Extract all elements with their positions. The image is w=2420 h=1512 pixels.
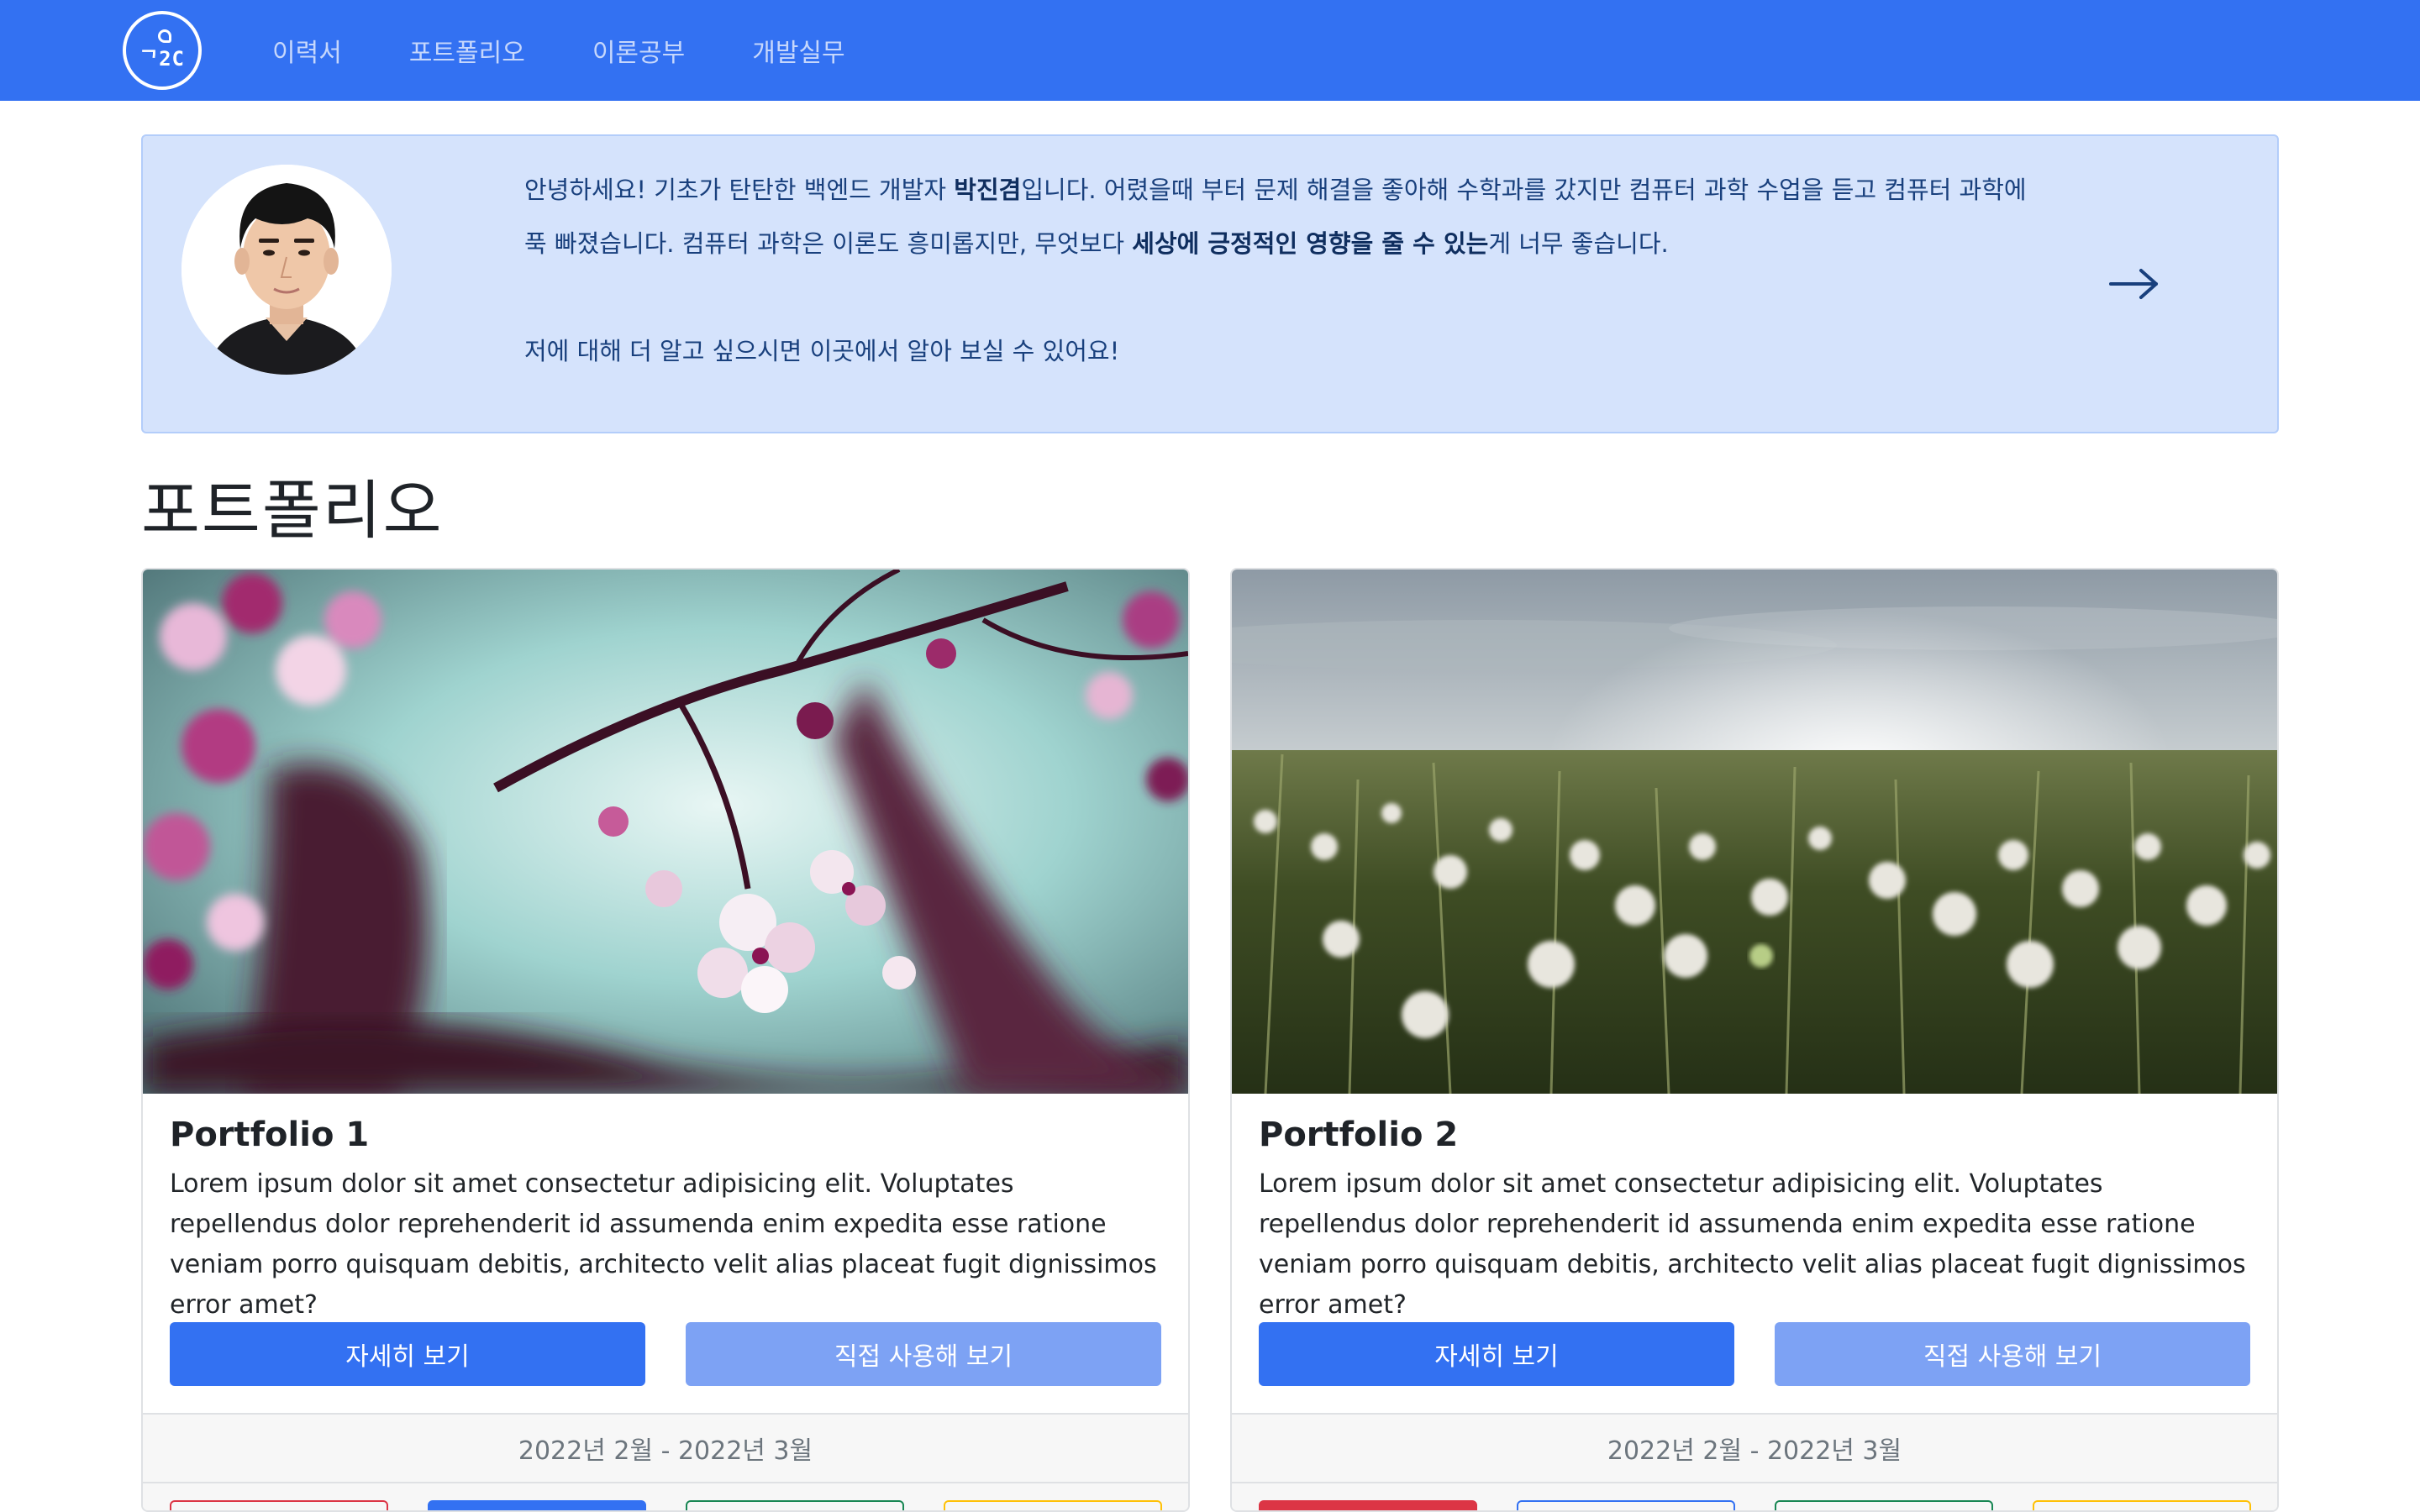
intro-line-1-b: 입니다. 어렸을때 부터 문제 해결을 좋아해 수학과를 갔지만 컴퓨터 과학 … xyxy=(1021,176,2027,204)
tech-tag xyxy=(1517,1500,1735,1510)
logo-text: ᄀ2C xyxy=(139,46,185,71)
intro-line-1: 안녕하세요! 기초가 탄탄한 백엔드 개발자 박진겸입니다. 어렸을때 부터 문… xyxy=(524,163,2087,217)
card-title: Portfolio 2 xyxy=(1259,1116,1459,1154)
section-title: 포트폴리오 xyxy=(141,473,444,548)
card-date: 2022년 2월 - 2022년 3월 xyxy=(1232,1415,2277,1483)
try-button[interactable]: 직접 사용해 보기 xyxy=(686,1322,1161,1386)
card-body: Portfolio 2 Lorem ipsum dolor sit amet c… xyxy=(1259,1116,2250,1326)
navbar: ᄀ2C 이력서 포트폴리오 이론공부 개발실무 xyxy=(0,0,2420,101)
card-body: Portfolio 1 Lorem ipsum dolor sit amet c… xyxy=(170,1116,1161,1326)
card-image-cherry-blossom xyxy=(143,570,1188,1094)
tech-tag xyxy=(2033,1500,2251,1510)
nav-link-resume[interactable]: 이력서 xyxy=(272,32,342,69)
intro-highlight: 세상에 긍정적인 영향을 줄 수 있는 xyxy=(1132,229,1489,258)
intro-line-1-a: 안녕하세요! 기초가 탄탄한 백엔드 개발자 xyxy=(524,176,955,204)
profile-photo xyxy=(182,165,392,375)
intro-spacer xyxy=(524,270,2087,324)
intro-banner: 안녕하세요! 기초가 탄탄한 백엔드 개발자 박진겸입니다. 어렸을때 부터 문… xyxy=(141,134,2279,433)
intro-author-name: 박진겸 xyxy=(954,176,1022,204)
logo[interactable]: ᄀ2C xyxy=(123,11,202,90)
arrow-right-icon[interactable] xyxy=(2106,259,2165,309)
tech-tag xyxy=(1775,1500,1993,1510)
portfolio-card-2: Portfolio 2 Lorem ipsum dolor sit amet c… xyxy=(1230,568,2279,1512)
portfolio-card-1: Portfolio 1 Lorem ipsum dolor sit amet c… xyxy=(141,568,1190,1512)
tech-tag xyxy=(428,1500,646,1510)
logo-mark-icon xyxy=(158,29,171,43)
nav-link-practice[interactable]: 개발실무 xyxy=(752,32,844,69)
avatar xyxy=(182,165,392,375)
intro-line-3: 저에 대해 더 알고 싶으시면 이곳에서 알아 보실 수 있어요! xyxy=(524,337,1120,365)
intro-line-2-a: 푹 빠졌습니다. 컴퓨터 과학은 이론도 흥미롭지만, 무엇보다 xyxy=(524,229,1133,258)
card-date: 2022년 2월 - 2022년 3월 xyxy=(143,1415,1188,1483)
tech-tag xyxy=(944,1500,1162,1510)
tech-tag xyxy=(686,1500,904,1510)
card-footer: 2022년 2월 - 2022년 3월 xyxy=(143,1413,1188,1510)
intro-line-2: 푹 빠졌습니다. 컴퓨터 과학은 이론도 흥미롭지만, 무엇보다 세상에 긍정적… xyxy=(524,217,2087,270)
detail-button[interactable]: 자세히 보기 xyxy=(170,1322,645,1386)
intro-text: 안녕하세요! 기초가 탄탄한 백엔드 개발자 박진겸입니다. 어렸을때 부터 문… xyxy=(524,163,2087,378)
nav-link-theory[interactable]: 이론공부 xyxy=(592,32,685,69)
card-text: Lorem ipsum dolor sit amet consectetur a… xyxy=(170,1169,1157,1320)
detail-button[interactable]: 자세히 보기 xyxy=(1259,1322,1734,1386)
tech-tag xyxy=(170,1500,388,1510)
nav-link-portfolio[interactable]: 포트폴리오 xyxy=(409,32,525,69)
nav-links: 이력서 포트폴리오 이론공부 개발실무 xyxy=(272,0,913,101)
try-button[interactable]: 직접 사용해 보기 xyxy=(1775,1322,2250,1386)
card-footer: 2022년 2월 - 2022년 3월 xyxy=(1232,1413,2277,1510)
card-image-dandelion-field xyxy=(1232,570,2277,1094)
card-text: Lorem ipsum dolor sit amet consectetur a… xyxy=(1259,1169,2246,1320)
tech-tag xyxy=(1259,1500,1477,1510)
intro-line-2-b: 게 너무 좋습니다. xyxy=(1488,229,1669,258)
card-title: Portfolio 1 xyxy=(170,1116,370,1154)
